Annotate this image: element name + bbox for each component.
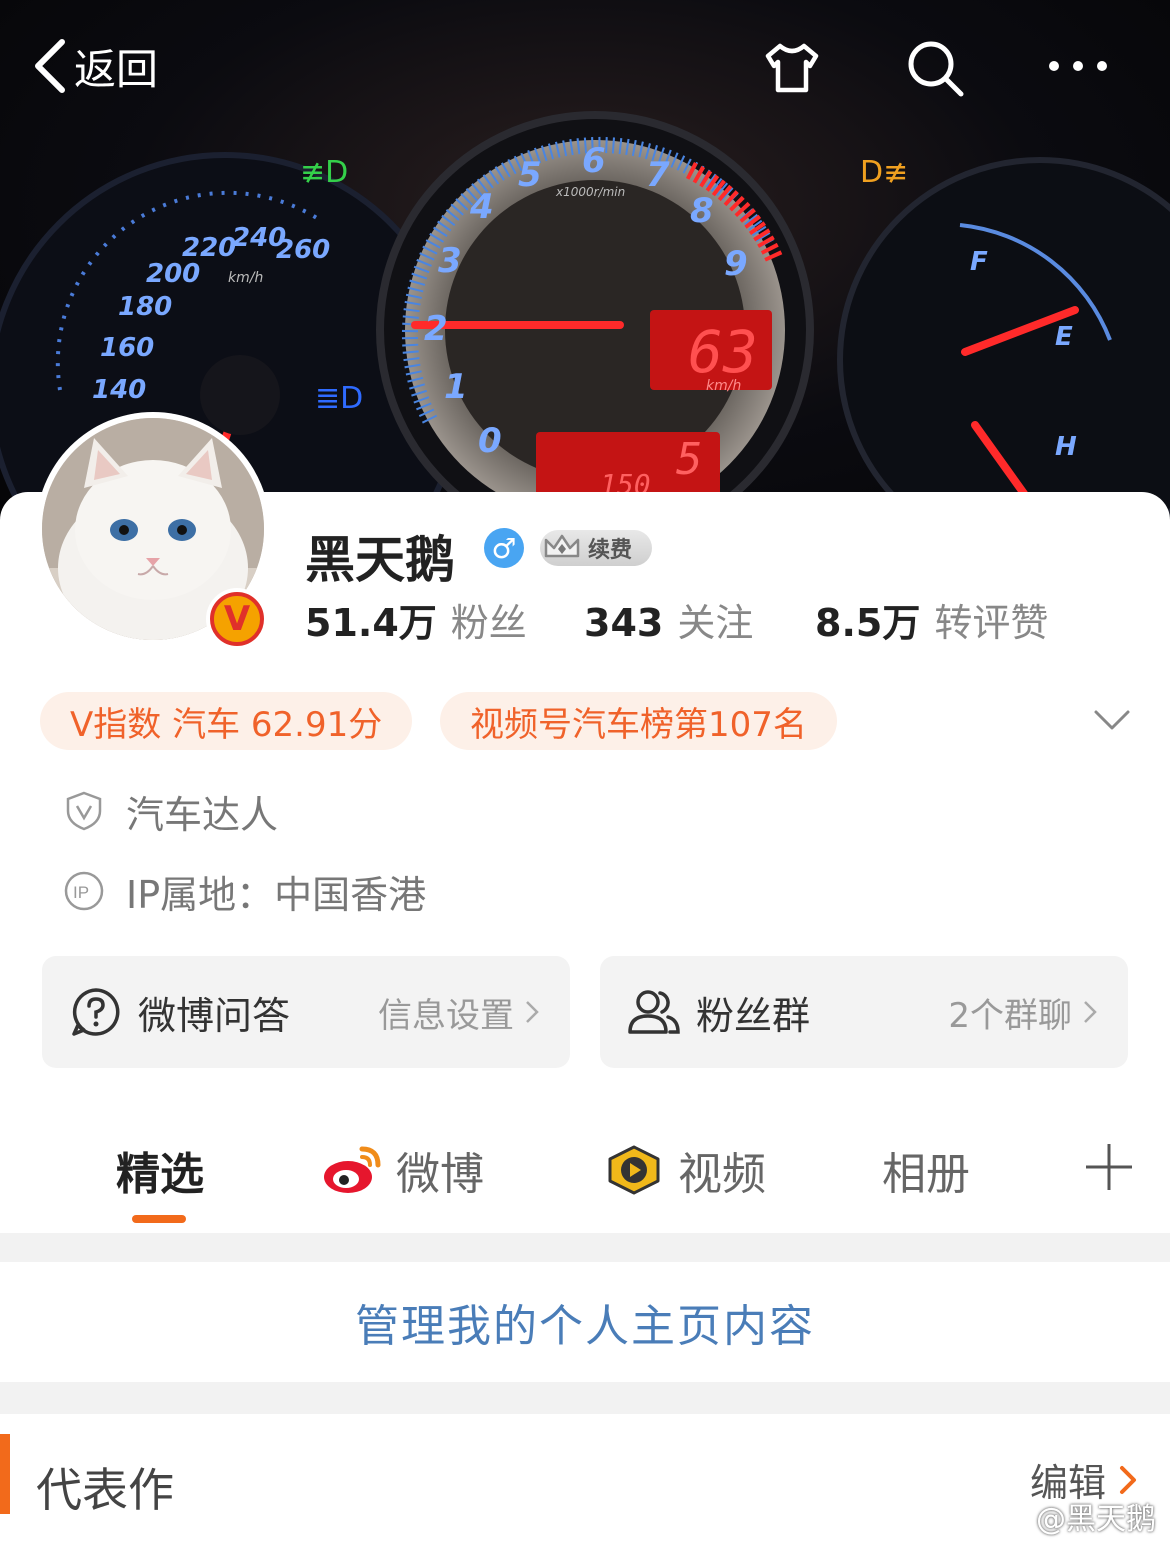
speedo-tick-label: 200 [146, 259, 200, 289]
section-divider [0, 1233, 1170, 1262]
active-tab-indicator [132, 1215, 186, 1223]
fan-group-tile[interactable]: 粉丝群 2个群聊 [600, 956, 1128, 1068]
fan-group-sub: 2个群聊 [948, 988, 1100, 1037]
stat-followers-label: 粉丝 [450, 601, 527, 645]
tab-video[interactable]: 视频 [604, 1140, 766, 1200]
crown-icon [544, 534, 580, 558]
theme-shirt-icon[interactable] [760, 36, 824, 100]
weibo-qa-sub-label: 信息设置 [378, 995, 514, 1036]
svg-text:F: F [970, 247, 988, 277]
verified-title-row: 汽车达人 [62, 786, 279, 837]
chevron-left-icon [35, 39, 65, 93]
ip-location-row: IP IP属地：中国香港 [62, 866, 427, 917]
stat-following-label: 关注 [677, 601, 754, 645]
verified-badge-icon: V [206, 588, 268, 650]
tab-weibo-label: 微博 [396, 1149, 484, 1200]
stat-likes-number: 8.5万 [815, 601, 921, 645]
chevron-right-icon [1084, 1001, 1097, 1023]
stat-following[interactable]: 343 关注 [584, 592, 753, 647]
tab-featured-label: 精选 [116, 1149, 204, 1200]
section-divider [0, 1382, 1170, 1414]
search-icon[interactable] [903, 36, 967, 100]
section-accent-bar [0, 1434, 10, 1514]
question-bubble-icon [72, 988, 120, 1036]
stat-likes[interactable]: 8.5万 转评赞 [815, 592, 1048, 647]
speedo-tick-label: 180 [118, 292, 172, 322]
stat-likes-label: 转评赞 [934, 601, 1049, 645]
verified-letter: V [210, 592, 264, 646]
weibo-qa-title: 微博问答 [138, 993, 291, 1038]
gender-male-icon: ♂ [484, 528, 524, 568]
weibo-qa-tile[interactable]: 微博问答 信息设置 [42, 956, 570, 1068]
chevron-right-icon [526, 1001, 539, 1023]
stat-followers[interactable]: 51.4万 粉丝 [305, 592, 527, 647]
renew-membership-button[interactable]: 续费 [540, 530, 652, 566]
verified-title: 汽车达人 [126, 792, 279, 837]
chevron-down-icon[interactable] [1092, 700, 1132, 740]
svg-text:IP: IP [73, 883, 89, 902]
video-play-icon [608, 1145, 660, 1195]
weibo-watermark-icon [990, 1501, 1032, 1533]
manage-homepage-label: 管理我的个人主页内容 [355, 1301, 815, 1352]
stat-followers-number: 51.4万 [305, 601, 437, 645]
svg-text:E: E [1055, 322, 1073, 352]
manage-homepage-link[interactable]: 管理我的个人主页内容 [0, 1262, 1170, 1382]
svg-text:x1000r/min: x1000r/min [555, 185, 625, 199]
back-button[interactable]: 返回 [30, 36, 158, 96]
fan-group-sub-label: 2个群聊 [948, 995, 1072, 1036]
tab-weibo[interactable]: 微博 [322, 1140, 484, 1200]
tach-tick-label: 3 [438, 241, 462, 281]
svg-text:≢D: ≢D [300, 155, 348, 190]
tach-tick-label: 4 [469, 187, 494, 227]
speedo-tick-label: 260 [276, 235, 330, 265]
speedo-tick-label: 160 [100, 333, 154, 363]
speedo-tick-label: 140 [92, 375, 146, 405]
svg-text:5: 5 [676, 434, 703, 485]
back-label: 返回 [74, 44, 159, 94]
v-index-badge[interactable]: V指数 汽车 62.91分 [40, 692, 413, 750]
shield-v-icon [66, 791, 102, 831]
tach-tick-label: 5 [518, 155, 542, 195]
ip-icon: IP [64, 871, 104, 911]
tach-tick-label: 0 [478, 421, 502, 461]
tach-tick-label: 9 [724, 244, 748, 284]
top-navigation-bar: 返回 [0, 0, 1170, 130]
tab-video-label: 视频 [678, 1149, 766, 1200]
works-title: 代表作 [36, 1463, 174, 1517]
speedo-tick-label: 220 [182, 233, 236, 263]
svg-text:63: 63 [688, 318, 758, 386]
tab-album-label: 相册 [882, 1149, 970, 1200]
tach-tick-label: 1 [444, 367, 468, 407]
watermark: @黑天鹅 [990, 1494, 1156, 1538]
chevron-right-icon [1120, 1465, 1137, 1494]
renew-label: 续费 [588, 538, 633, 563]
watermark-text: @黑天鹅 [1036, 1502, 1156, 1537]
svg-text:≣D: ≣D [315, 381, 363, 416]
fan-group-title: 粉丝群 [696, 993, 811, 1038]
svg-text:D≢: D≢ [860, 155, 908, 190]
svg-text:km/h: km/h [228, 270, 263, 286]
tach-tick-label: 8 [690, 191, 714, 231]
weibo-logo-icon [324, 1146, 381, 1193]
video-rank-badge[interactable]: 视频号汽车榜第107名 [440, 692, 837, 750]
add-tab-icon[interactable] [1084, 1142, 1134, 1192]
tach-tick-label: 7 [646, 155, 670, 195]
svg-text:H: H [1055, 432, 1077, 462]
tach-tick-label: 2 [424, 309, 448, 349]
tach-tick-label: 6 [582, 141, 606, 181]
svg-text:km/h: km/h [706, 378, 741, 394]
ip-location: IP属地：中国香港 [126, 872, 427, 917]
stat-following-number: 343 [584, 601, 664, 645]
more-icon[interactable] [1046, 36, 1110, 100]
tab-album[interactable]: 相册 [882, 1140, 970, 1200]
group-people-icon [628, 990, 680, 1034]
tab-featured[interactable]: 精选 [116, 1140, 204, 1200]
profile-name: 黑天鹅 [305, 531, 455, 589]
weibo-qa-sub: 信息设置 [378, 988, 542, 1037]
